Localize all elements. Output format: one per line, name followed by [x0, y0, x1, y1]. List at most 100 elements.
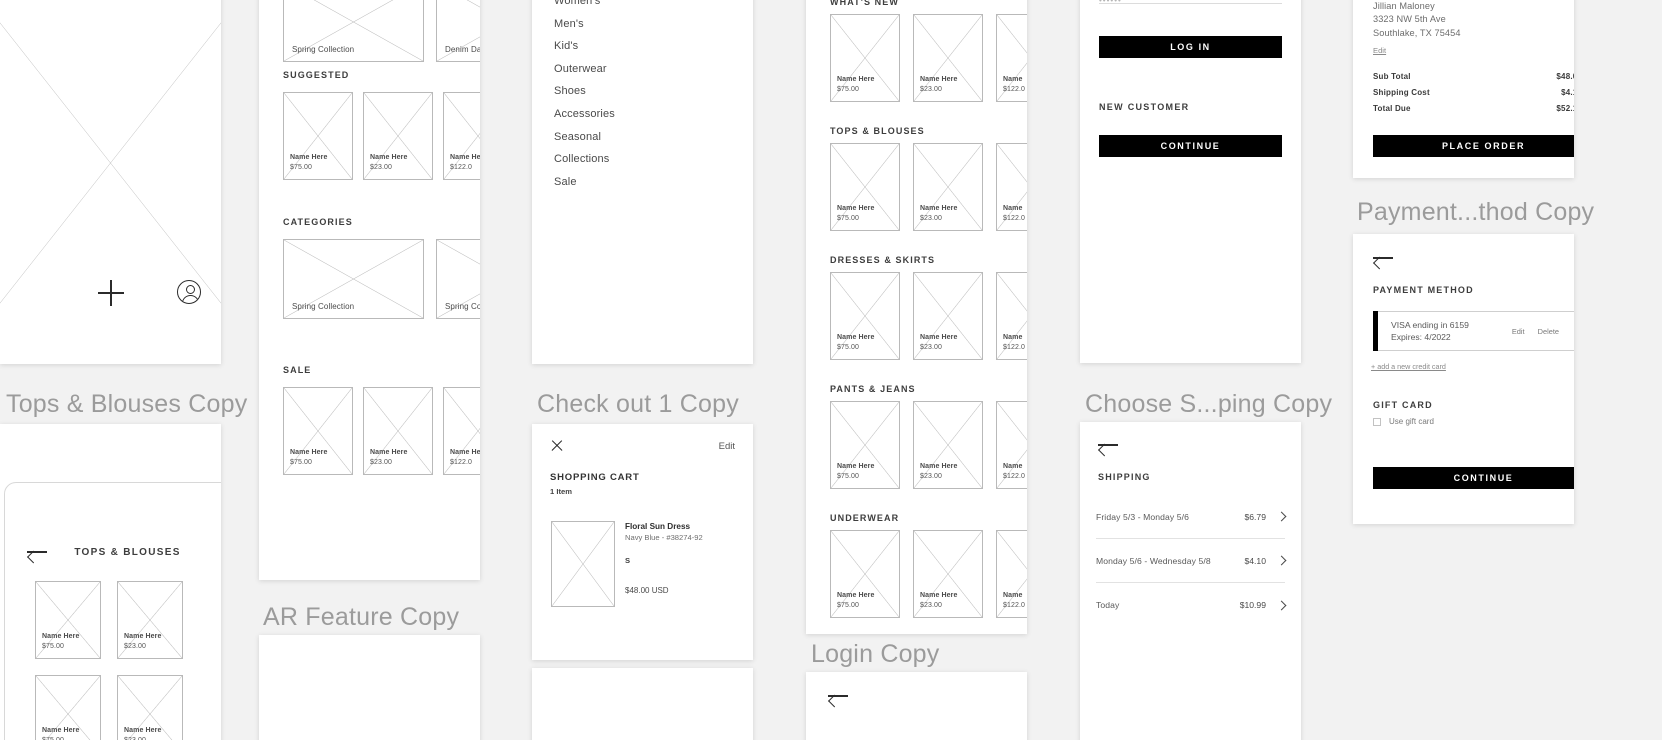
- shipping-option-row[interactable]: Friday 5/3 - Monday 5/6 $6.79: [1096, 495, 1287, 539]
- product-tile[interactable]: Name $122.0: [996, 530, 1027, 618]
- product-tile[interactable]: Name Here $122.0: [443, 387, 480, 475]
- tops-inner-card: TOPS & BLOUSES Name Here $75.00 Name Here…: [4, 482, 221, 740]
- close-icon[interactable]: [550, 439, 564, 453]
- product-tile[interactable]: Name Here $75.00: [283, 92, 353, 180]
- artboard-payment-method[interactable]: PAYMENT METHOD VISA ending in 6159 Expir…: [1353, 234, 1574, 524]
- user-account-icon[interactable]: [177, 280, 201, 304]
- product-tile[interactable]: Name Here $23.00: [913, 272, 983, 360]
- product-price: $23.00: [920, 344, 943, 351]
- nav-item-outerwear[interactable]: Outerwear: [554, 63, 615, 75]
- frame-label-ar-feature: AR Feature Copy: [263, 603, 460, 631]
- category-tile[interactable]: Spring Co: [436, 239, 480, 319]
- frame-label-checkout: Check out 1 Copy: [537, 390, 739, 418]
- product-tile[interactable]: Name $122.0: [996, 401, 1027, 489]
- plus-icon[interactable]: [98, 280, 124, 306]
- shipping-option-row[interactable]: Monday 5/6 - Wednesday 5/8 $4.10: [1096, 539, 1287, 583]
- product-price: $23.00: [124, 736, 161, 740]
- delete-card-link[interactable]: Delete: [1538, 327, 1559, 336]
- artboard-shopping-cart-continued[interactable]: [532, 668, 753, 740]
- chevron-right-icon: [1276, 600, 1287, 610]
- product-name: Name: [1003, 76, 1023, 83]
- category-tile[interactable]: Spring Collection: [283, 239, 424, 319]
- edit-address-link[interactable]: Edit: [1373, 46, 1386, 55]
- frame-label-login: Login Copy: [811, 640, 940, 668]
- product-name: Name: [1003, 592, 1023, 599]
- hero-tile[interactable]: Spring Collection: [283, 0, 424, 62]
- total-label: Shipping Cost: [1373, 88, 1430, 97]
- artboard-login-bottom[interactable]: [806, 672, 1027, 740]
- gift-card-option[interactable]: Use gift card: [1373, 417, 1434, 426]
- use-gift-card-checkbox[interactable]: [1373, 417, 1381, 426]
- artboard-login[interactable]: •••••• LOG IN NEW CUSTOMER CONTINUE: [1080, 0, 1301, 363]
- product-tile[interactable]: Name Here $23.00: [117, 581, 183, 659]
- product-tile[interactable]: Name Here $75.00: [35, 675, 101, 740]
- shipping-option-price: $4.10: [1244, 555, 1266, 566]
- product-tile[interactable]: Name Here $75.00: [830, 530, 900, 618]
- back-arrow-icon[interactable]: [1373, 252, 1393, 264]
- back-arrow-icon[interactable]: [1098, 439, 1118, 451]
- product-tile[interactable]: Name Here $23.00: [363, 92, 433, 180]
- product-tile[interactable]: Name Here $75.00: [830, 401, 900, 489]
- payment-method-heading: PAYMENT METHOD: [1373, 285, 1474, 295]
- product-name: Name Here: [837, 205, 875, 212]
- artboard-choose-shipping[interactable]: SHIPPING Friday 5/3 - Monday 5/6 $6.79 M…: [1080, 422, 1301, 740]
- product-name: Name Here: [450, 449, 480, 456]
- product-tile[interactable]: Name Here $122.0: [443, 92, 480, 180]
- edit-card-link[interactable]: Edit: [1512, 327, 1525, 336]
- artboard-home-browse[interactable]: Spring Collection Denim Da SUGGESTED Nam…: [259, 0, 480, 580]
- nav-item-seasonal[interactable]: Seasonal: [554, 131, 615, 143]
- nav-item-womens[interactable]: Women's: [554, 0, 615, 7]
- nav-item-sale[interactable]: Sale: [554, 176, 615, 188]
- product-price: $122.0: [1003, 344, 1026, 351]
- product-tile[interactable]: Name Here $23.00: [117, 675, 183, 740]
- saved-card-row[interactable]: VISA ending in 6159 Expires: 4/2022 Edit…: [1373, 311, 1574, 351]
- nav-item-kids[interactable]: Kid's: [554, 40, 615, 52]
- product-tile[interactable]: Name Here $75.00: [830, 143, 900, 231]
- log-in-button[interactable]: LOG IN: [1099, 36, 1282, 58]
- back-arrow-icon[interactable]: [828, 690, 848, 702]
- continue-button[interactable]: CONTINUE: [1099, 135, 1282, 157]
- product-tile[interactable]: Name Here $23.00: [363, 387, 433, 475]
- product-tile[interactable]: Name Here $23.00: [913, 530, 983, 618]
- chevron-right-icon: [1276, 511, 1287, 522]
- product-tile[interactable]: Name $122.0: [996, 272, 1027, 360]
- nav-item-collections[interactable]: Collections: [554, 153, 615, 165]
- cart-item-image[interactable]: [551, 521, 615, 607]
- product-tile[interactable]: Name $122.0: [996, 14, 1027, 102]
- total-label: Sub Total: [1373, 72, 1411, 81]
- nav-item-mens[interactable]: Men's: [554, 18, 615, 30]
- artboard-catalog[interactable]: WHAT'S NEW Name Here $75.00 Name Here $23.…: [806, 0, 1027, 634]
- product-tile[interactable]: Name Here $23.00: [913, 14, 983, 102]
- artboard-ar-feature[interactable]: [259, 635, 480, 740]
- product-name: Name Here: [42, 633, 80, 640]
- place-order-button[interactable]: PLACE ORDER: [1373, 135, 1574, 157]
- address-name: Jillian Maloney: [1373, 1, 1435, 11]
- artboard-tops-blouses[interactable]: TOPS & BLOUSES Name Here $75.00 Name Here…: [0, 424, 221, 740]
- product-tile[interactable]: Name Here $23.00: [913, 143, 983, 231]
- cart-item-price: $48.00 USD: [625, 586, 669, 595]
- nav-item-accessories[interactable]: Accessories: [554, 108, 615, 120]
- add-new-credit-card-link[interactable]: + add a new credit card: [1371, 362, 1446, 371]
- design-canvas: Tops & Blouses Copy TOPS & BLOUSES Name …: [0, 0, 1662, 740]
- product-name: Name Here: [370, 449, 408, 456]
- product-tile[interactable]: Name $122.0: [996, 143, 1027, 231]
- shipping-option-row[interactable]: Today $10.99: [1096, 583, 1287, 627]
- product-tile[interactable]: Name Here $75.00: [283, 387, 353, 475]
- artboard-ar-camera[interactable]: [0, 0, 221, 364]
- product-tile[interactable]: Name Here $23.00: [913, 401, 983, 489]
- product-price: $23.00: [920, 86, 943, 93]
- product-price: $122.0: [450, 164, 473, 171]
- password-field[interactable]: ••••••: [1099, 0, 1282, 5]
- product-tile[interactable]: Name Here $75.00: [830, 272, 900, 360]
- product-name: Name Here: [837, 334, 875, 341]
- artboard-shopping-cart[interactable]: Edit SHOPPING CART 1 Item Floral Sun Dre…: [532, 424, 753, 660]
- product-name: Name Here: [837, 463, 875, 470]
- product-tile[interactable]: Name Here $75.00: [830, 14, 900, 102]
- product-tile[interactable]: Name Here $75.00: [35, 581, 101, 659]
- nav-item-shoes[interactable]: Shoes: [554, 85, 615, 97]
- hero-tile[interactable]: Denim Da: [436, 0, 480, 62]
- artboard-navigation-menu[interactable]: Women's Men's Kid's Outerwear Shoes Acce…: [532, 0, 753, 364]
- edit-link[interactable]: Edit: [719, 441, 735, 452]
- continue-button[interactable]: CONTINUE: [1373, 467, 1574, 489]
- artboard-order-review[interactable]: Jillian Maloney 3323 NW 5th Ave Southlak…: [1353, 0, 1574, 178]
